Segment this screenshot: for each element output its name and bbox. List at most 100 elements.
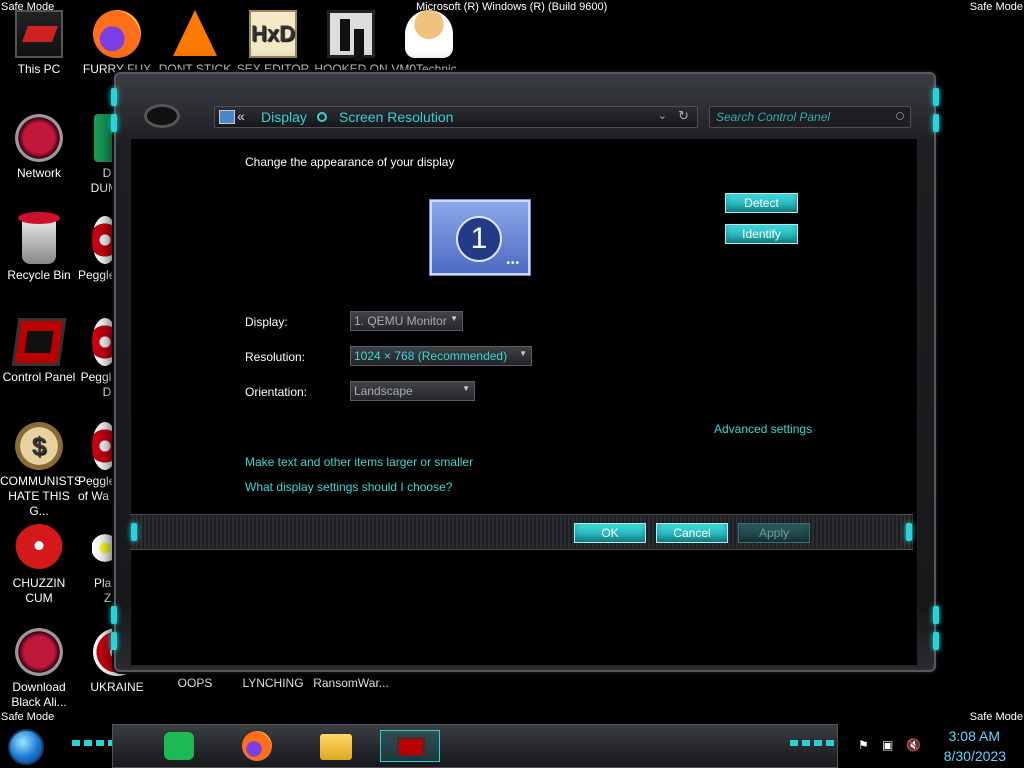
safe-mode-label-bottom-left: Safe Mode — [1, 711, 55, 723]
desktop-icon-this-pc[interactable]: This PC — [0, 10, 78, 77]
breadcrumb-display[interactable]: Display — [261, 109, 307, 125]
page-title: Change the appearance of your display — [245, 155, 455, 169]
desktop-icon-sex-editor[interactable]: HxD SEX EDITOR — [234, 10, 312, 77]
refresh-icon[interactable]: ↻ — [678, 108, 689, 124]
search-icon — [896, 112, 904, 120]
desktop-icon-label: Plan Zo — [93, 576, 118, 605]
resolution-label: Resolution: — [245, 350, 306, 364]
detect-button[interactable]: Detect — [725, 193, 798, 213]
chevron-down-icon: ▼ — [519, 349, 527, 358]
cancel-button[interactable]: Cancel — [656, 523, 728, 543]
desktop-icon-label: COMMUNISTS HATE THIS G... — [0, 474, 82, 518]
desktop-icon-plants[interactable]: Plan Zo — [78, 524, 118, 606]
breadcrumb-separator-icon — [317, 112, 327, 122]
spotify-taskbar-button[interactable] — [164, 732, 194, 760]
button-bar-notch — [906, 523, 912, 541]
control-panel-icon — [397, 737, 425, 757]
ok-button[interactable]: OK — [574, 523, 646, 543]
desktop-icon-peggle[interactable]: Peggle — [78, 216, 118, 283]
chuzzle-icon — [15, 524, 63, 572]
window-frame-notch — [933, 114, 939, 132]
recycle-bin-icon — [18, 212, 60, 264]
display-label: Display: — [245, 315, 288, 329]
control-panel-icon — [11, 318, 67, 366]
window-frame-notch — [933, 632, 939, 650]
orientation-label: Orientation: — [245, 385, 308, 399]
desktop-icon-hooked-on[interactable]: HOOKED ON — [312, 10, 390, 77]
address-bar[interactable]: « Display Screen Resolution ⌄ ↻ — [214, 106, 698, 128]
desktop-icon-label: Peggle of Wa — [78, 474, 116, 503]
orientation-select[interactable]: Landscape ▼ — [350, 381, 475, 401]
volume-muted-icon[interactable]: 🔇 — [906, 738, 921, 752]
advanced-settings-link[interactable]: Advanced settings — [714, 422, 812, 436]
window-frame-notch — [111, 88, 117, 106]
desktop-icon-label: RansomWar... — [313, 676, 389, 690]
search-control-panel-input[interactable]: Search Control Panel — [709, 106, 911, 128]
orientation-select-value: Landscape — [354, 384, 413, 398]
desktop-icon-label: Control Panel — [2, 370, 76, 384]
computer-icon — [15, 10, 63, 58]
desktop-icon-peggle-de[interactable]: Peggle De — [78, 318, 118, 400]
window-frame-notch — [933, 606, 939, 624]
globe-icon — [15, 628, 63, 676]
address-dropdown-icon[interactable]: ⌄ — [658, 109, 667, 122]
firefox-taskbar-button[interactable] — [242, 731, 272, 761]
identify-button[interactable]: Identify — [725, 224, 798, 244]
desktop-icon-peggle-wa[interactable]: Peggle of Wa — [78, 422, 118, 504]
desktop-icon-oops[interactable]: OOPS — [156, 676, 234, 691]
display-select-value: 1. QEMU Monitor — [354, 314, 447, 328]
desktop-icon-chuzzin[interactable]: CHUZZIN CUM — [0, 524, 78, 606]
monitor-dots-icon: ••• — [506, 258, 520, 269]
desktop-icon-network[interactable]: Network — [0, 114, 78, 181]
taskbar-clock-date[interactable]: 8/30/2023 — [944, 748, 1006, 764]
control-panel-taskbar-button[interactable] — [380, 730, 440, 762]
desktop-icon-recycle-bin[interactable]: Recycle Bin — [0, 212, 78, 283]
desktop-icon-ransomware[interactable]: RansomWar... — [312, 676, 390, 691]
desktop-icon-furry-fux[interactable]: FURRY FUX — [78, 10, 156, 77]
desktop-icon-communists[interactable]: $ COMMUNISTS HATE THIS G... — [0, 422, 82, 519]
taskbar: ⚑ ▣ 🔇 3:08 AM 8/30/2023 — [0, 724, 1024, 768]
button-bar-notch — [131, 523, 137, 541]
desktop-icon-control-panel[interactable]: Control Panel — [0, 318, 78, 385]
taskbar-clock-time[interactable]: 3:08 AM — [949, 728, 1000, 744]
display-settings-help-link[interactable]: What display settings should I choose? — [245, 480, 452, 494]
action-center-flag-icon[interactable]: ⚑ — [858, 738, 872, 752]
desktop-icon-lynching[interactable]: LYNCHING — [234, 676, 312, 691]
desktop-icon-label: Peggle De — [80, 370, 118, 399]
start-button[interactable] — [8, 729, 44, 765]
desktop-icon-vm0[interactable]: VM0Technic... — [390, 10, 468, 77]
hxd-editor-icon: HxD — [249, 10, 297, 58]
firefox-icon — [93, 10, 141, 58]
make-text-larger-link[interactable]: Make text and other items larger or smal… — [245, 455, 473, 469]
back-forward-nav-button[interactable] — [144, 104, 180, 128]
vlc-cone-icon — [173, 10, 217, 56]
resolution-select[interactable]: 1024 × 768 (Recommended) ▼ — [350, 346, 532, 366]
desktop-icon-label: CHUZZIN CUM — [12, 576, 66, 605]
desktop-icon-label: Download Black Ali... — [11, 680, 67, 709]
network-globe-icon — [15, 114, 63, 162]
display-select[interactable]: 1. QEMU Monitor ▼ — [350, 311, 463, 331]
file-explorer-taskbar-button[interactable] — [320, 734, 352, 760]
network-tray-icon[interactable]: ▣ — [882, 738, 896, 752]
desktop-icon-dont-stick[interactable]: DONT STICK — [156, 10, 234, 77]
maze-icon — [327, 10, 375, 58]
control-panel-small-icon — [219, 110, 235, 124]
money-bag-icon: $ — [15, 422, 63, 470]
taskbar-decoration — [790, 740, 834, 746]
desktop-icon-label: LYNCHING — [242, 676, 304, 690]
breadcrumb-screen-resolution[interactable]: Screen Resolution — [339, 109, 453, 125]
control-panel-window[interactable] — [111, 72, 939, 672]
desktop-icon-download[interactable]: Download Black Ali... — [0, 628, 78, 710]
desktop-icon-label: Recycle Bin — [7, 268, 71, 282]
desktop-icon-label: OOPS — [177, 676, 213, 690]
breadcrumb-chevron[interactable]: « — [237, 108, 245, 124]
desktop-icon-label: This PC — [17, 62, 61, 76]
desktop-icon-label: UKRAINE — [90, 680, 144, 694]
monitor-display-tile[interactable]: 1 ••• — [430, 200, 530, 275]
apply-button[interactable]: Apply — [738, 523, 810, 543]
window-frame-notch — [111, 606, 117, 624]
taskbar-decoration — [72, 740, 116, 746]
safe-mode-label-bottom-right: Safe Mode — [969, 711, 1023, 723]
taskbar-app-band — [112, 724, 838, 768]
safe-mode-label-top-right: Safe Mode — [969, 1, 1023, 13]
